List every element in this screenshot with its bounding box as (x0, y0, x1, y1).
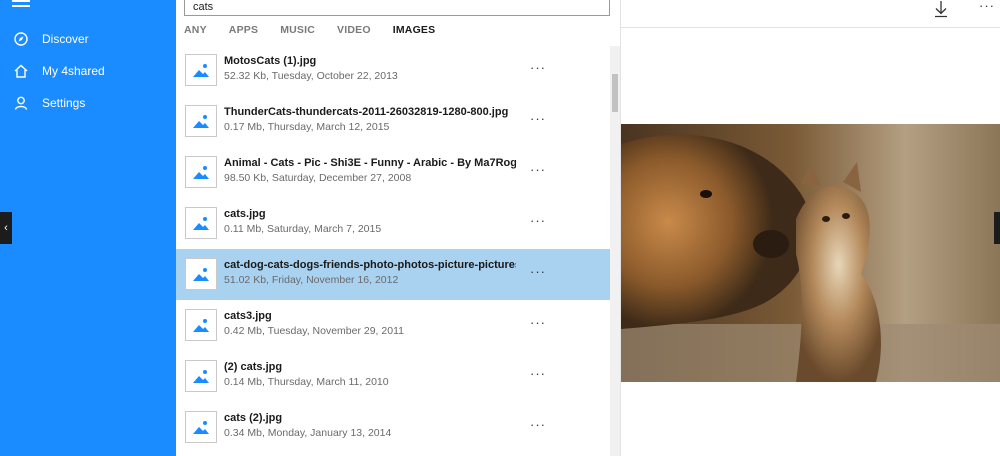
file-name: (2) cats.jpg (224, 361, 283, 373)
file-meta: 98.50 Kb, Saturday, December 27, 2008 (224, 172, 412, 184)
file-name: cats (2).jpg (224, 412, 283, 424)
image-file-icon (185, 258, 217, 290)
filter-tab-apps[interactable]: APPS (229, 24, 258, 36)
image-preview (621, 124, 1000, 382)
image-file-icon (185, 411, 217, 443)
image-file-icon (185, 360, 217, 392)
file-name: cat-dog-cats-dogs-friends-photo-photos-p… (224, 259, 516, 271)
results-list: MotosCats (1).jpg 52.32 Kb, Tuesday, Octo… (176, 45, 610, 453)
image-file-icon (185, 156, 217, 188)
image-file-icon (185, 207, 217, 239)
list-item[interactable]: Animal - Cats - Pic - Shi3E - Funny - Ar… (176, 147, 610, 198)
sidebar: Discover My 4shared Settings ‹ (0, 0, 176, 456)
list-item[interactable]: cats.jpg 0.11 Mb, Saturday, March 7, 2015… (176, 198, 610, 249)
search-input[interactable]: cats (184, 0, 610, 16)
file-meta: 51.02 Kb, Friday, November 16, 2012 (224, 274, 399, 286)
preview-pane: ··· (621, 0, 1000, 456)
file-meta: 0.34 Mb, Monday, January 13, 2014 (224, 427, 392, 439)
sidebar-item-settings[interactable]: Settings (0, 88, 176, 118)
file-meta: 0.42 Mb, Tuesday, November 29, 2011 (224, 325, 404, 337)
user-icon (0, 95, 42, 111)
filter-tab-any[interactable]: ANY (184, 24, 207, 36)
preview-toolbar: ··· (621, 0, 1000, 28)
file-meta: 52.32 Kb, Tuesday, October 22, 2013 (224, 70, 398, 82)
hamburger-menu-icon[interactable] (12, 0, 30, 10)
more-options-icon[interactable]: ··· (530, 264, 546, 279)
more-options-icon[interactable]: ··· (530, 417, 546, 432)
sidebar-item-label: Discover (42, 32, 89, 46)
list-item[interactable]: ThunderCats-thundercats-2011-26032819-12… (176, 96, 610, 147)
list-item[interactable]: (2) cats.jpg 0.14 Mb, Thursday, March 11,… (176, 351, 610, 402)
list-item[interactable]: MotosCats (1).jpg 52.32 Kb, Tuesday, Octo… (176, 45, 610, 96)
sidebar-item-label: My 4shared (42, 64, 105, 78)
file-meta: 0.17 Mb, Thursday, March 12, 2015 (224, 121, 390, 133)
more-options-icon[interactable]: ··· (530, 60, 546, 75)
more-options-icon[interactable]: ··· (530, 213, 546, 228)
image-file-icon (185, 54, 217, 86)
filter-tab-video[interactable]: VIDEO (337, 24, 371, 36)
list-item[interactable]: cats (2).jpg 0.34 Mb, Monday, January 13,… (176, 402, 610, 453)
file-name: ThunderCats-thundercats-2011-26032819-12… (224, 106, 509, 118)
chevron-right-icon[interactable] (994, 212, 1000, 244)
discover-icon (0, 31, 42, 47)
list-item-selected[interactable]: cat-dog-cats-dogs-friends-photo-photos-p… (176, 249, 610, 300)
file-meta: 0.11 Mb, Saturday, March 7, 2015 (224, 223, 382, 235)
image-file-icon (185, 309, 217, 341)
file-name: cats.jpg (224, 208, 266, 220)
image-file-icon (185, 105, 217, 137)
more-options-icon[interactable]: ··· (979, 0, 995, 13)
file-name: cats3.jpg (224, 310, 272, 322)
more-options-icon[interactable]: ··· (530, 315, 546, 330)
results-scrollbar[interactable] (610, 46, 620, 456)
more-options-icon[interactable]: ··· (530, 366, 546, 381)
download-icon[interactable] (933, 0, 949, 18)
home-icon (0, 63, 42, 79)
sidebar-item-my-4shared[interactable]: My 4shared (0, 56, 176, 86)
filter-tab-images[interactable]: IMAGES (393, 24, 436, 36)
file-name: Animal - Cats - Pic - Shi3E - Funny - Ar… (224, 157, 516, 169)
list-item[interactable]: cats3.jpg 0.42 Mb, Tuesday, November 29, … (176, 300, 610, 351)
file-meta: 0.14 Mb, Thursday, March 11, 2010 (224, 376, 389, 388)
search-results-pane: cats ANY APPS MUSIC VIDEO IMAGES MotosCa… (176, 0, 621, 456)
more-options-icon[interactable]: ··· (530, 111, 546, 126)
chevron-left-icon[interactable]: ‹ (0, 212, 12, 244)
filter-tab-music[interactable]: MUSIC (280, 24, 315, 36)
filter-tabs: ANY APPS MUSIC VIDEO IMAGES (176, 16, 610, 44)
file-name: MotosCats (1).jpg (224, 55, 317, 67)
sidebar-item-label: Settings (42, 96, 86, 110)
more-options-icon[interactable]: ··· (530, 162, 546, 177)
sidebar-item-discover[interactable]: Discover (0, 24, 176, 54)
scrollbar-thumb[interactable] (612, 74, 618, 112)
